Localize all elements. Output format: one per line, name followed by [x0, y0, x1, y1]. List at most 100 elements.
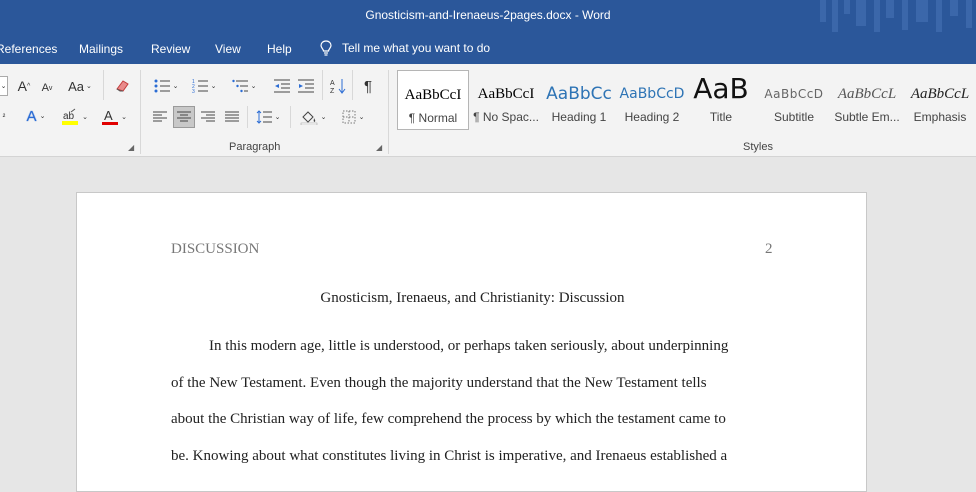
- align-left-button[interactable]: [150, 106, 170, 128]
- style-heading-2[interactable]: AaBbCcD Heading 2: [616, 70, 688, 130]
- tab-review[interactable]: Review: [151, 42, 190, 56]
- clear-formatting-button[interactable]: [112, 76, 134, 96]
- styles-group-label: Styles: [743, 141, 773, 153]
- highlighter-icon: ab: [62, 108, 79, 125]
- style-preview: AaB: [693, 72, 749, 105]
- divider: [352, 70, 353, 100]
- shrink-font-icon: A: [41, 82, 49, 94]
- text-effects-button[interactable]: A ⌄: [20, 106, 52, 126]
- grow-font-button[interactable]: A ^: [14, 76, 34, 96]
- pilcrow-icon: ¶: [363, 77, 373, 95]
- eraser-icon: [116, 80, 129, 92]
- bullets-button[interactable]: ⌄: [150, 76, 182, 96]
- style-title[interactable]: AaB Title: [685, 70, 757, 130]
- align-right-icon: [201, 111, 215, 122]
- sort-icon: AZ: [330, 79, 346, 94]
- decrease-indent-icon: [274, 79, 290, 93]
- line-spacing-icon: [256, 110, 272, 124]
- style-normal[interactable]: AaBbCcI ¶ Normal: [397, 70, 469, 130]
- tell-me-search[interactable]: Tell me what you want to do: [320, 40, 490, 56]
- align-center-button[interactable]: [173, 106, 195, 128]
- multilevel-list-button[interactable]: ⌄: [228, 76, 260, 96]
- running-header: DISCUSSION: [171, 241, 260, 257]
- lightbulb-icon: [320, 40, 332, 56]
- change-case-button[interactable]: Aa ⌄: [66, 76, 94, 96]
- tab-view[interactable]: View: [215, 42, 241, 56]
- highlight-color-button[interactable]: ab ⌄: [56, 106, 92, 128]
- sort-button[interactable]: AZ: [328, 76, 348, 96]
- justify-button[interactable]: [222, 106, 242, 128]
- svg-text:A: A: [330, 80, 335, 87]
- divider: [103, 70, 104, 100]
- align-center-icon: [177, 111, 191, 122]
- document-page[interactable]: DISCUSSION 2 Gnosticism, Irenaeus, and C…: [76, 192, 867, 492]
- paint-bucket-icon: [300, 111, 317, 125]
- style-emphasis[interactable]: AaBbCcL Emphasis: [904, 70, 976, 130]
- style-name: Heading 2: [624, 110, 680, 124]
- tell-me-label: Tell me what you want to do: [342, 41, 491, 55]
- font-dialog-launcher[interactable]: ◢: [128, 143, 134, 152]
- shrink-font-button[interactable]: Av: [38, 78, 56, 98]
- ribbon-tabs: References Mailings Review View Help Tel…: [0, 32, 976, 64]
- borders-icon: [342, 110, 356, 124]
- group-divider: [140, 70, 141, 154]
- style-preview: AaBbCcL: [910, 86, 970, 102]
- increase-indent-button[interactable]: [296, 76, 316, 96]
- font-color-icon: A: [102, 108, 119, 125]
- style-name: ¶ Normal: [408, 111, 458, 125]
- document-title: Gnosticism, Irenaeus, and Christianity: …: [320, 290, 625, 306]
- svg-text:ab: ab: [63, 111, 75, 122]
- page-number: 2: [765, 241, 773, 257]
- style-name: ¶ No Spac...: [473, 110, 539, 124]
- bullet-list-icon: [154, 79, 170, 93]
- font-color-button[interactable]: A ⌄: [96, 106, 132, 128]
- grow-font-icon: A: [17, 78, 28, 94]
- numbering-button[interactable]: 1 2 3 ⌄: [188, 76, 220, 96]
- paragraph-group-label: Paragraph: [229, 141, 281, 153]
- title-bar-pattern: [820, 0, 972, 32]
- justify-icon: [225, 111, 239, 122]
- subscript-button-edge[interactable]: ²: [0, 108, 8, 124]
- font-size-dropdown-edge[interactable]: ⌄: [0, 76, 8, 96]
- line-spacing-button[interactable]: ⌄: [252, 106, 284, 128]
- style-name: Subtle Em...: [834, 110, 900, 124]
- title-bar: Gnosticism-and-Irenaeus-2pages.docx - Wo…: [0, 0, 976, 32]
- style-preview: AaBbCcD: [764, 87, 824, 101]
- style-subtitle[interactable]: AaBbCcD Subtitle: [758, 70, 830, 130]
- body-line: In this modern age, little is understood…: [209, 338, 729, 354]
- numbered-list-icon: 1 2 3: [192, 79, 208, 93]
- text-effects-icon: A: [26, 107, 37, 125]
- multilevel-list-icon: [231, 79, 248, 93]
- divider: [290, 106, 291, 128]
- divider: [322, 70, 323, 100]
- decrease-indent-button[interactable]: [272, 76, 292, 96]
- divider: [247, 106, 248, 128]
- tab-mailings[interactable]: Mailings: [79, 42, 123, 56]
- ribbon: ⌄ A ^ Av Aa ⌄ ² A ⌄ ab ⌄ A ⌄ ⌄ 1 2 3 ⌄ ⌄…: [0, 64, 976, 157]
- style-subtle-emphasis[interactable]: AaBbCcL Subtle Em...: [831, 70, 903, 130]
- style-preview: AaBbCcD: [619, 86, 685, 102]
- style-preview: AaBbCcI: [477, 86, 535, 102]
- style-preview: AaBbCc: [546, 84, 612, 104]
- style-name: Heading 1: [551, 110, 607, 124]
- tab-help[interactable]: Help: [267, 42, 292, 56]
- style-preview: AaBbCcL: [837, 86, 897, 102]
- body-line: be. Knowing about what constitutes livin…: [171, 448, 728, 464]
- align-right-button[interactable]: [198, 106, 218, 128]
- svg-text:Z: Z: [330, 88, 335, 94]
- style-name: Subtitle: [773, 110, 815, 124]
- style-no-spacing[interactable]: AaBbCcI ¶ No Spac...: [470, 70, 542, 130]
- document-canvas[interactable]: DISCUSSION 2 Gnosticism, Irenaeus, and C…: [0, 158, 976, 492]
- paragraph-dialog-launcher[interactable]: ◢: [376, 143, 382, 152]
- style-heading-1[interactable]: AaBbCc Heading 1: [543, 70, 615, 130]
- body-line: of the New Testament. Even though the ma…: [171, 375, 707, 391]
- svg-text:A: A: [104, 108, 113, 123]
- style-name: Title: [709, 110, 733, 124]
- svg-text:3: 3: [192, 89, 195, 93]
- tab-references[interactable]: References: [0, 42, 57, 56]
- show-formatting-marks-button[interactable]: ¶: [358, 76, 378, 96]
- change-case-icon: Aa: [68, 78, 85, 94]
- shading-button[interactable]: ⌄: [296, 106, 330, 128]
- borders-button[interactable]: ⌄: [336, 106, 370, 128]
- group-divider: [388, 70, 389, 154]
